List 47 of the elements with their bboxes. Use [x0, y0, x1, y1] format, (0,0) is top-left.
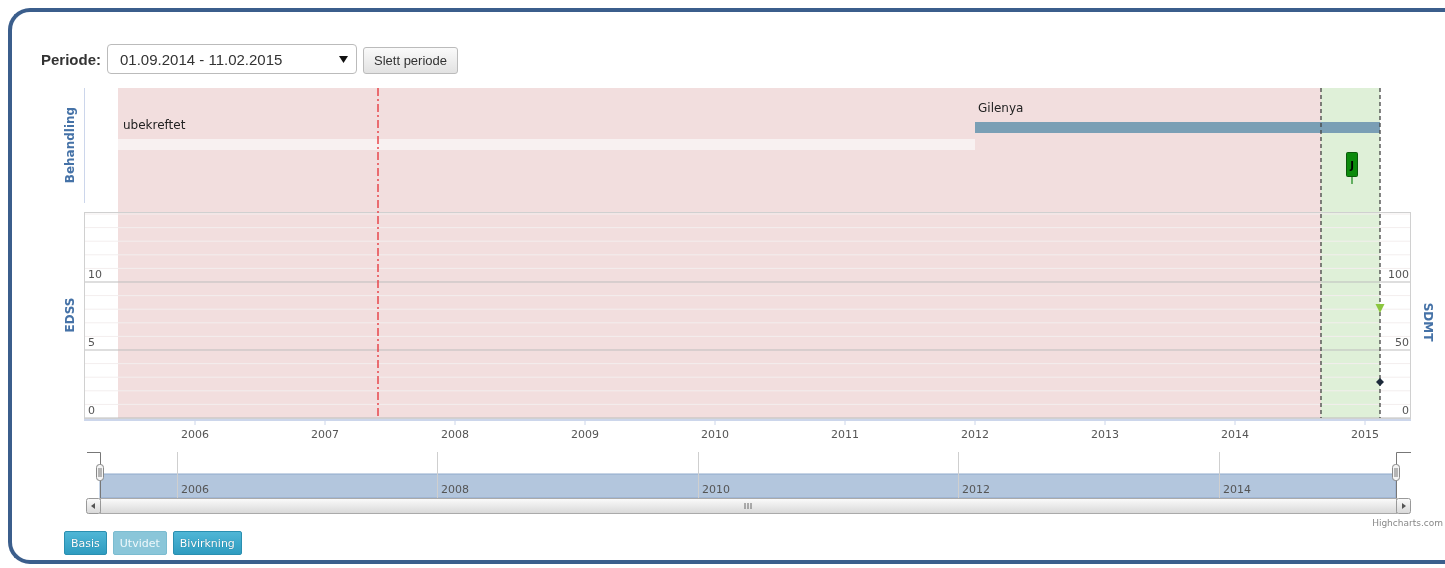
range-handle[interactable] — [96, 464, 104, 481]
axis-label: 2014 — [1221, 428, 1249, 441]
grid-line — [1219, 451, 1220, 499]
axis-label: 2013 — [1091, 428, 1119, 441]
axis-label: 2008 — [441, 483, 469, 496]
treatment-label: Gilenya — [978, 101, 1024, 115]
axis-title: SDMT — [1421, 302, 1435, 342]
axis-label: 10 — [88, 268, 102, 281]
axis-label: 2006 — [181, 483, 209, 496]
grid-line — [177, 451, 178, 499]
axis-label: 0 — [1402, 404, 1409, 417]
view-button[interactable]: Bivirkning — [172, 531, 242, 555]
axis-label: 2014 — [1223, 483, 1251, 496]
axis-label: 2010 — [701, 428, 729, 441]
grid-line — [437, 451, 438, 499]
axis-label: 2006 — [181, 428, 209, 441]
axis-label: 2012 — [962, 483, 990, 496]
axis-title: Behandling — [63, 106, 77, 184]
navigator-outline — [86, 452, 101, 499]
axis-label: 5 — [88, 336, 95, 349]
caret-icon — [339, 55, 348, 63]
period-dropdown[interactable]: 01.09.2014 - 11.02.2015 — [107, 44, 357, 74]
axis-label: 0 — [88, 404, 95, 417]
scroll-right-button[interactable] — [1396, 498, 1411, 514]
axis-label: 50 — [1395, 336, 1409, 349]
grid-line — [698, 451, 699, 499]
grid-line — [958, 451, 959, 499]
axis-label: 2007 — [311, 428, 339, 441]
axis-label: 2015 — [1351, 428, 1379, 441]
axis-label: 2008 — [441, 428, 469, 441]
view-button[interactable]: Utvidet — [112, 531, 167, 555]
axis-label: 2010 — [702, 483, 730, 496]
axis-label: 2009 — [571, 428, 599, 441]
delete-period-button[interactable]: Slett periode — [363, 47, 458, 74]
axis-label: 100 — [1388, 268, 1409, 281]
scrollbar-thumb[interactable] — [100, 498, 1397, 514]
axis-label: 2011 — [831, 428, 859, 441]
treatment-label: ubekreftet — [123, 118, 186, 132]
axis-label: 2012 — [961, 428, 989, 441]
scroll-left-button[interactable] — [86, 498, 101, 514]
arrow-right-icon — [1402, 503, 1406, 509]
navigator-outline — [1396, 452, 1412, 499]
view-button[interactable]: Basis — [64, 531, 107, 555]
arrow-left-icon — [91, 503, 95, 509]
period-label: Periode: — [41, 50, 101, 68]
range-handle[interactable] — [1392, 464, 1400, 481]
axis-title: EDSS — [63, 297, 77, 333]
